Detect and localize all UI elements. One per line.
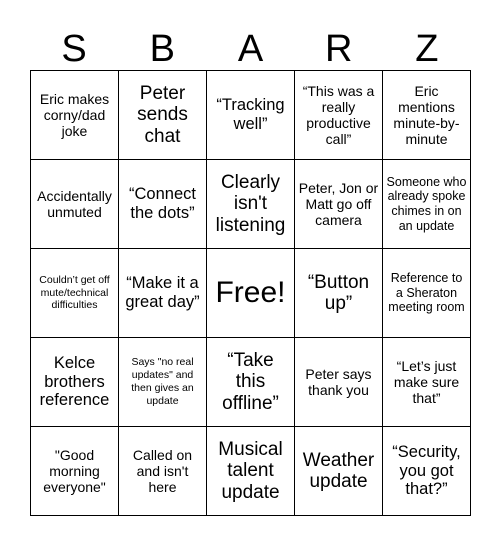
bingo-cell-text: Kelce brothers reference [39,353,110,410]
bingo-cell-text: Peter, Jon or Matt go off camera [298,179,379,229]
bingo-cell-text: “Connect the dots” [129,185,196,222]
bingo-cell[interactable]: “Button up” [295,249,383,338]
bingo-cell-text: “Make it a great day” [125,274,200,311]
bingo-cell-text: Reference to a Sheraton meeting room [388,270,465,315]
bingo-cell-text: Says "no real updates" and then gives an… [131,356,194,407]
bingo-cell[interactable]: “Let’s just make sure that” [383,338,471,427]
bingo-cell[interactable]: Kelce brothers reference [31,338,119,427]
bingo-cell-text: Someone who already spoke chimes in on a… [386,174,467,233]
bingo-cell-text: Weather update [302,449,375,492]
bingo-header-row: S B A R Z [30,12,471,70]
bingo-cell[interactable]: “Make it a great day” [119,249,207,338]
bingo-cell[interactable]: Weather update [295,427,383,516]
bingo-cell[interactable]: “Connect the dots” [119,160,207,249]
bingo-cell[interactable]: “This was a really productive call” [295,71,383,160]
bingo-cell[interactable]: Peter, Jon or Matt go off camera [295,160,383,249]
bingo-cell-text: Free! [215,276,286,310]
bingo-header-letter-4: R [324,28,353,70]
bingo-cell-text: Clearly isn't listening [215,172,286,236]
bingo-cell-free[interactable]: Free! [207,249,295,338]
bingo-cell[interactable]: Eric makes corny/dad joke [31,71,119,160]
bingo-cell-text: Called on and isn't here [132,446,193,496]
bingo-header-letter-3: A [237,28,264,70]
bingo-cell-text: “Security, you got that?” [392,442,461,499]
bingo-cell-text: Couldn’t get off mute/technical difficul… [39,273,110,312]
bingo-cell-text: Peter sends chat [137,83,188,147]
bingo-card: S B A R Z Eric makes corny/dad joke Pete… [30,12,471,516]
bingo-header-letter-1: S [61,28,87,70]
bingo-cell[interactable]: Peter sends chat [119,71,207,160]
bingo-cell-text: “This was a really productive call” [302,82,375,148]
bingo-cell-text: Accidentally unmuted [37,187,112,220]
bingo-cell[interactable]: Peter says thank you [295,338,383,427]
bingo-cell-text: “Let’s just make sure that” [393,357,460,407]
bingo-cell[interactable]: Reference to a Sheraton meeting room [383,249,471,338]
bingo-cell[interactable]: Eric mentions minute-by-minute [383,71,471,160]
bingo-cell[interactable]: Called on and isn't here [119,427,207,516]
bingo-header-letter-5: Z [415,28,439,70]
bingo-cell[interactable]: Says "no real updates" and then gives an… [119,338,207,427]
bingo-grid: Eric makes corny/dad joke Peter sends ch… [30,70,471,516]
bingo-cell[interactable]: Musical talent update [207,427,295,516]
bingo-header-letter-2: B [149,28,175,70]
bingo-cell-text: “Button up” [307,271,370,314]
bingo-cell-text: “Take this offline” [222,350,279,414]
bingo-cell-text: Eric makes corny/dad joke [39,90,110,140]
bingo-cell-text: Peter says thank you [305,365,372,398]
bingo-cell-text: “Tracking well” [216,96,285,133]
bingo-cell[interactable]: “Take this offline” [207,338,295,427]
bingo-cell[interactable]: Someone who already spoke chimes in on a… [383,160,471,249]
bingo-cell[interactable]: Couldn’t get off mute/technical difficul… [31,249,119,338]
bingo-cell[interactable]: “Tracking well” [207,71,295,160]
bingo-cell[interactable]: Clearly isn't listening [207,160,295,249]
bingo-cell[interactable]: “Security, you got that?” [383,427,471,516]
bingo-cell-text: "Good morning everyone" [43,446,106,496]
bingo-cell[interactable]: "Good morning everyone" [31,427,119,516]
bingo-cell-text: Musical talent update [218,439,283,503]
bingo-cell-text: Eric mentions minute-by-minute [393,82,460,148]
bingo-cell[interactable]: Accidentally unmuted [31,160,119,249]
